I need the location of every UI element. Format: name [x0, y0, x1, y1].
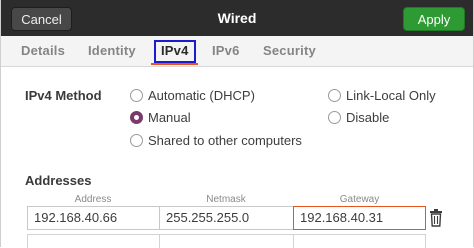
empty-netmask-input[interactable]: [159, 234, 294, 248]
radio-circle[interactable]: [328, 110, 341, 124]
ipv4-method-label: IPv4 Method: [25, 88, 102, 103]
radio-automatic-dhcp[interactable]: Automatic (DHCP): [130, 86, 255, 104]
radio-label: Disable: [346, 109, 390, 125]
tab-security[interactable]: Security: [263, 43, 316, 58]
radio-circle[interactable]: [130, 88, 143, 102]
radio-label: Link-Local Only: [346, 87, 436, 103]
radio-circle[interactable]: [130, 133, 143, 147]
radio-label: Automatic (DHCP): [148, 87, 255, 103]
radio-shared-to-other-computers[interactable]: Shared to other computers: [130, 131, 302, 149]
radio-circle-checked[interactable]: [130, 110, 143, 124]
radio-disable[interactable]: Disable: [328, 108, 389, 126]
column-header-address: Address: [74, 194, 112, 205]
addresses-label: Addresses: [25, 173, 92, 188]
tab-ipv6[interactable]: IPv6: [212, 43, 240, 58]
tab-ipv4-highlight-box: [154, 40, 196, 63]
column-header-netmask: Netmask: [206, 194, 246, 205]
radio-link-local-only[interactable]: Link-Local Only: [328, 86, 436, 104]
gateway-input[interactable]: 192.168.40.31: [293, 206, 426, 230]
trash-icon[interactable]: [429, 209, 443, 227]
apply-button[interactable]: Apply: [403, 7, 465, 31]
radio-manual[interactable]: Manual: [130, 108, 191, 126]
radio-circle[interactable]: [328, 88, 341, 102]
netmask-input[interactable]: 255.255.255.0: [159, 206, 294, 230]
tab-identity[interactable]: Identity: [88, 43, 136, 58]
active-tab-indicator: [151, 63, 198, 65]
tab-bar: Details Identity IPv4 IPv6 Security: [1, 36, 473, 67]
header-bar: Cancel Wired Apply: [1, 0, 473, 36]
radio-label: Shared to other computers: [148, 132, 302, 148]
column-header-gateway: Gateway: [339, 194, 380, 205]
empty-address-input[interactable]: [27, 234, 160, 248]
tab-details[interactable]: Details: [21, 43, 65, 58]
wired-settings-dialog: Cancel Wired Apply Details Identity IPv4…: [0, 0, 474, 248]
radio-label: Manual: [148, 109, 191, 125]
empty-gateway-input[interactable]: [293, 234, 426, 248]
address-input[interactable]: 192.168.40.66: [27, 206, 160, 230]
